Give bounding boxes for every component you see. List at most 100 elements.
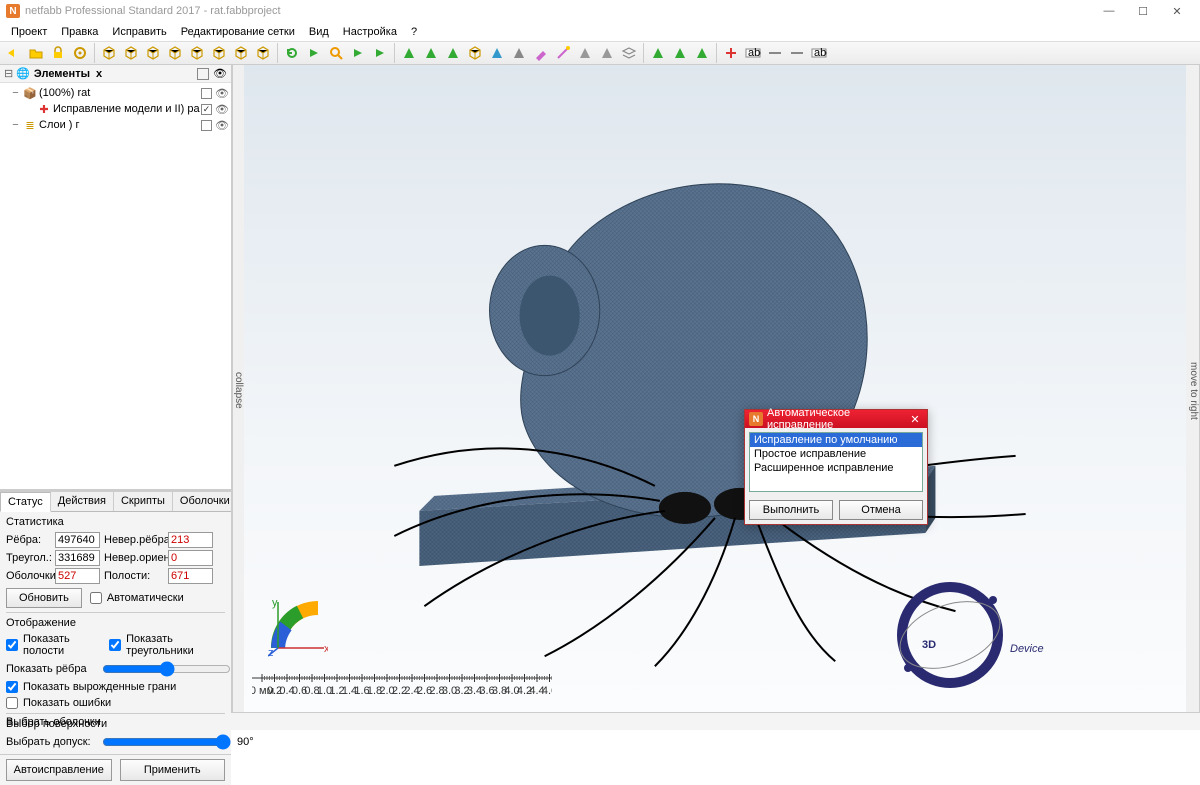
menu-item-0[interactable]: Проект bbox=[4, 24, 54, 40]
toolbar-cube3[interactable] bbox=[143, 43, 163, 63]
toolbar-nav-bars[interactable] bbox=[370, 43, 390, 63]
toolbar-tri-gray-l[interactable] bbox=[575, 43, 595, 63]
plus-red-icon: ✚ bbox=[37, 103, 51, 116]
dialog-options-list[interactable]: Исправление по умолчаниюПростое исправле… bbox=[749, 432, 923, 492]
tolerance-slider[interactable] bbox=[102, 734, 231, 750]
maximize-button[interactable]: ☐ bbox=[1126, 1, 1160, 21]
show-errors-checkbox[interactable] bbox=[6, 697, 18, 709]
tree-row-eye-icon[interactable]: 👁 bbox=[215, 103, 229, 116]
properties-panel: СтатусДействияСкриптыОболочкиВид Статист… bbox=[0, 491, 231, 785]
dialog-title: Автоматическое исправление bbox=[767, 407, 907, 431]
toolbar-abc-label[interactable]: abc bbox=[809, 43, 829, 63]
props-tab-2[interactable]: Скрипты bbox=[114, 492, 173, 511]
menu-item-4[interactable]: Вид bbox=[302, 24, 336, 40]
toolbar-cube5[interactable] bbox=[187, 43, 207, 63]
tree-row-eye-icon[interactable]: 👁 bbox=[215, 87, 229, 100]
toolbar-tri-gray-r[interactable] bbox=[597, 43, 617, 63]
toolbar-dash1[interactable] bbox=[765, 43, 785, 63]
toolbar-settings[interactable] bbox=[70, 43, 90, 63]
field-edges[interactable] bbox=[55, 532, 100, 548]
dialog-option-1[interactable]: Простое исправление bbox=[750, 447, 922, 461]
toolbar-paint[interactable] bbox=[531, 43, 551, 63]
tree-row-eye-icon[interactable]: 👁 bbox=[215, 119, 229, 132]
toolbar-tri-green-s1[interactable] bbox=[648, 43, 668, 63]
show-tris-checkbox[interactable] bbox=[109, 639, 121, 651]
dialog-titlebar[interactable]: N Автоматическое исправление ✕ bbox=[745, 410, 927, 428]
dialog-option-0[interactable]: Исправление по умолчанию bbox=[750, 433, 922, 447]
toolbar-cube7[interactable] bbox=[231, 43, 251, 63]
toolbar-magic[interactable] bbox=[553, 43, 573, 63]
dialog-option-2[interactable]: Расширенное исправление bbox=[750, 461, 922, 475]
tree-row-1[interactable]: ✚Исправление модели и II) ра✓👁 bbox=[2, 101, 229, 117]
tree-expander-icon[interactable]: − bbox=[10, 119, 21, 131]
props-tab-1[interactable]: Действия bbox=[51, 492, 114, 511]
dialog-close-icon[interactable]: ✕ bbox=[907, 413, 923, 426]
toolbar-cube1[interactable] bbox=[99, 43, 119, 63]
toolbar-lock[interactable] bbox=[48, 43, 68, 63]
toolbar-tri-green-l[interactable] bbox=[421, 43, 441, 63]
toolbar-tri-blue[interactable] bbox=[487, 43, 507, 63]
left-panel: ⊟ 🌐 Элементы x 👁 −📦(100%) rat👁 ✚Исправле… bbox=[0, 65, 232, 712]
axis-gizmo[interactable]: x y z bbox=[268, 598, 328, 658]
show-degenerate-checkbox[interactable] bbox=[6, 681, 18, 693]
toolbar-cube8[interactable] bbox=[253, 43, 273, 63]
props-tab-0[interactable]: Статус bbox=[0, 492, 51, 512]
menu-item-6[interactable]: ? bbox=[404, 24, 424, 40]
props-tab-3[interactable]: Оболочки bbox=[173, 492, 238, 511]
tree-expander-icon[interactable]: − bbox=[10, 87, 21, 99]
toolbar-plus-red[interactable] bbox=[721, 43, 741, 63]
toolbar-nav-left[interactable] bbox=[304, 43, 324, 63]
tree-row-2[interactable]: −≣Слои ) г👁 bbox=[2, 117, 229, 133]
toolbar-dash2[interactable] bbox=[787, 43, 807, 63]
toolbar-new-project[interactable] bbox=[4, 43, 24, 63]
toolbar-tri-green-out[interactable] bbox=[399, 43, 419, 63]
dialog-run-button[interactable]: Выполнить bbox=[749, 500, 833, 520]
collapse-rail[interactable]: collapse bbox=[232, 65, 244, 712]
field-holes[interactable] bbox=[168, 568, 213, 584]
toolbar-cube-cyan[interactable] bbox=[465, 43, 485, 63]
field-shells[interactable] bbox=[55, 568, 100, 584]
toolbar-tri-green-s3[interactable] bbox=[692, 43, 712, 63]
autofix-button[interactable]: Автоисправление bbox=[6, 759, 112, 781]
tree-row-checkbox[interactable]: ✓ bbox=[201, 104, 212, 115]
auto-checkbox[interactable] bbox=[90, 592, 102, 604]
apply-button[interactable]: Применить bbox=[120, 759, 226, 781]
menu-item-1[interactable]: Правка bbox=[54, 24, 105, 40]
label-inv-edges: Невер.рёбра: bbox=[104, 534, 164, 546]
show-holes-checkbox[interactable] bbox=[6, 639, 18, 651]
toolbar-cube2[interactable] bbox=[121, 43, 141, 63]
toolbar-cube6[interactable] bbox=[209, 43, 229, 63]
tree-row-checkbox[interactable] bbox=[201, 88, 212, 99]
toolbar-cube4[interactable] bbox=[165, 43, 185, 63]
menu-item-2[interactable]: Исправить bbox=[105, 24, 173, 40]
toolbar-nav-right[interactable] bbox=[348, 43, 368, 63]
field-inv-orient[interactable] bbox=[168, 550, 213, 566]
viewport[interactable]: x y z 0 мм0.20.40.60.81.01.21.41.61.82.0… bbox=[244, 65, 1186, 712]
minimize-button[interactable]: — bbox=[1092, 1, 1126, 21]
toolbar-zoom[interactable] bbox=[326, 43, 346, 63]
field-inv-edges[interactable] bbox=[168, 532, 213, 548]
dialog-cancel-button[interactable]: Отмена bbox=[839, 500, 923, 520]
toolbar-tri-green-r[interactable] bbox=[443, 43, 463, 63]
field-tris[interactable] bbox=[55, 550, 100, 566]
toolbar-tri-green-s2[interactable] bbox=[670, 43, 690, 63]
toolbar-layers[interactable] bbox=[619, 43, 639, 63]
toolbar-open-project[interactable] bbox=[26, 43, 46, 63]
svg-text:abc: abc bbox=[814, 47, 827, 59]
update-button[interactable]: Обновить bbox=[6, 588, 82, 608]
show-edges-slider[interactable] bbox=[102, 661, 231, 677]
menu-item-3[interactable]: Редактирование сетки bbox=[174, 24, 302, 40]
tree-row-checkbox[interactable] bbox=[201, 120, 212, 131]
move-rail[interactable]: move to right bbox=[1186, 65, 1200, 712]
tree-row-0[interactable]: −📦(100%) rat👁 bbox=[2, 85, 229, 101]
toolbar-refresh[interactable] bbox=[282, 43, 302, 63]
tree-close-icon[interactable]: x bbox=[96, 68, 102, 80]
menu-item-5[interactable]: Настройка bbox=[336, 24, 404, 40]
toolbar-tri-alt[interactable] bbox=[509, 43, 529, 63]
toolbar-abc-box[interactable]: abc bbox=[743, 43, 763, 63]
header-checkbox-icon[interactable] bbox=[197, 68, 209, 80]
header-eye-icon[interactable]: 👁 bbox=[213, 67, 227, 80]
close-button[interactable]: ✕ bbox=[1160, 1, 1194, 21]
window-titlebar: N netfabb Professional Standard 2017 - r… bbox=[0, 0, 1200, 22]
tree-expand-icon[interactable]: ⊟ bbox=[4, 67, 13, 80]
